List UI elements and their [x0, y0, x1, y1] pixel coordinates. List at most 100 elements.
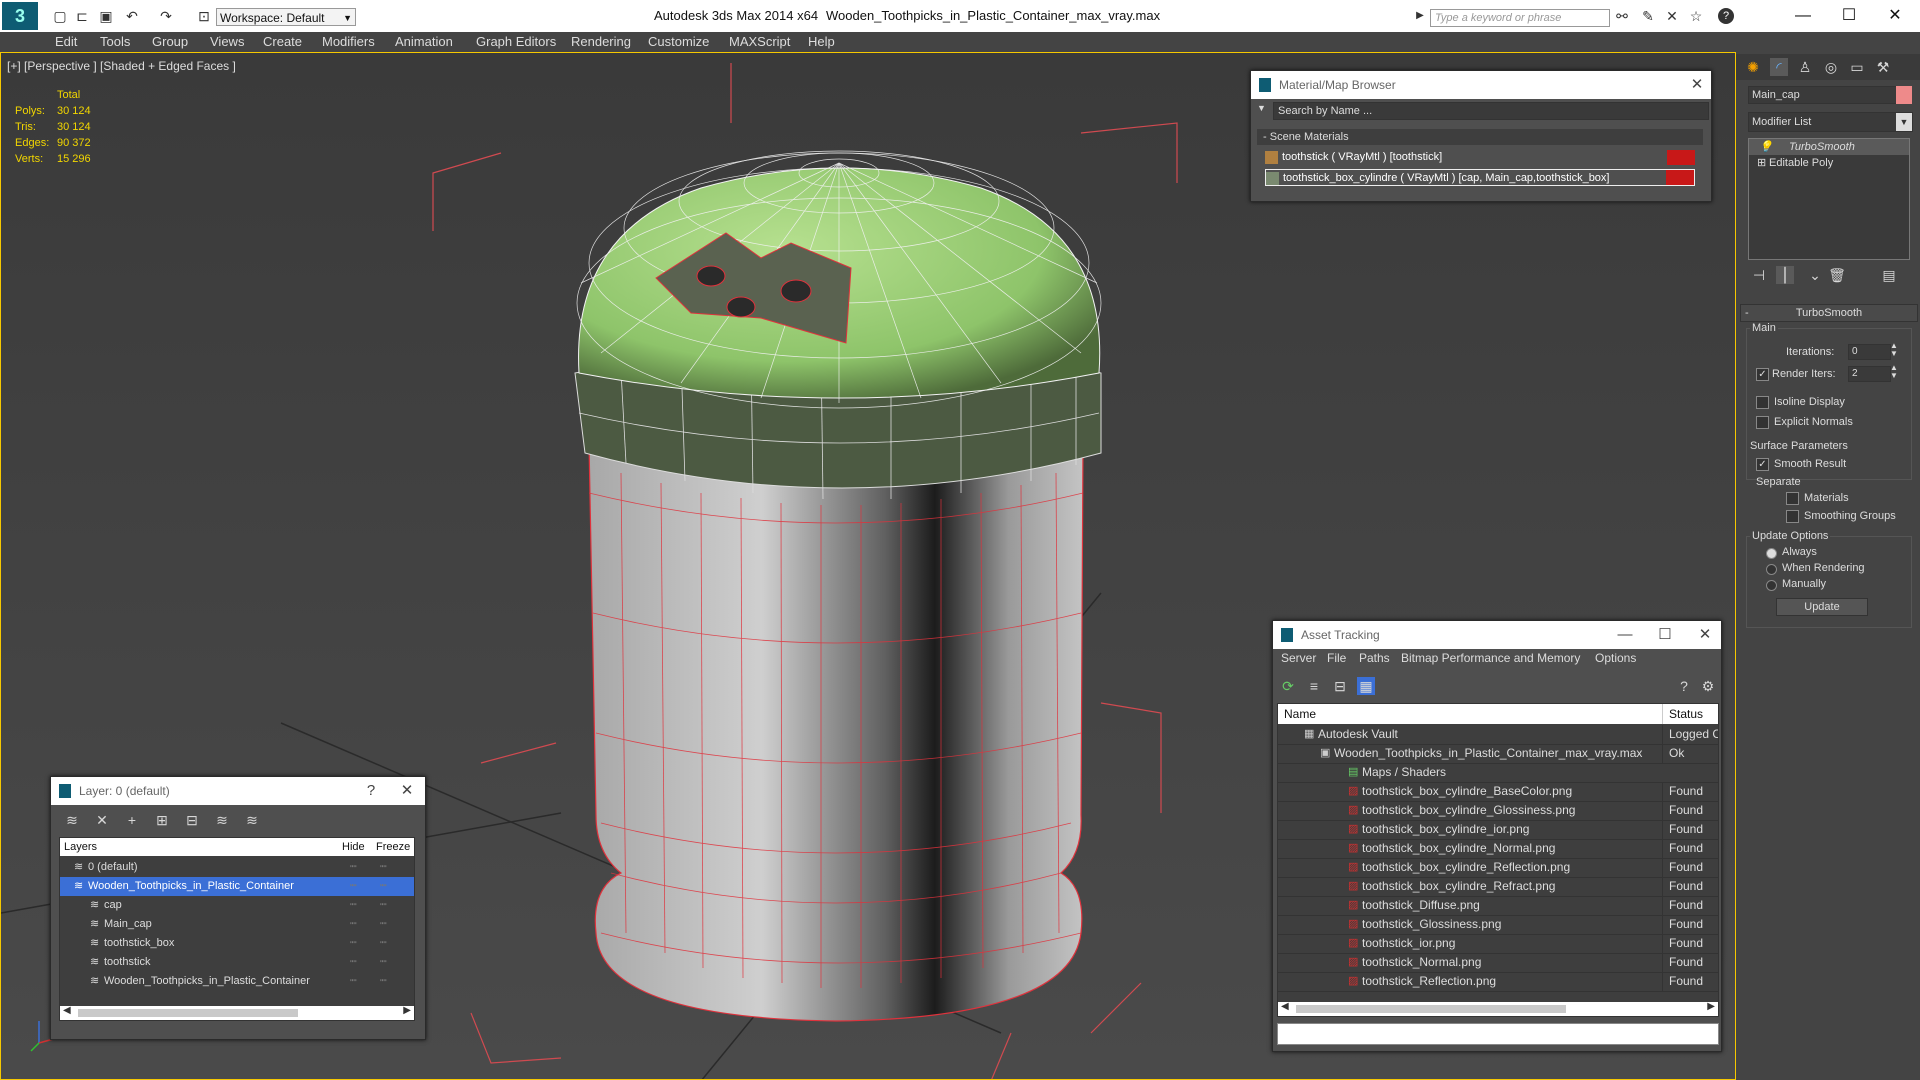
menu-edit[interactable]: Edit [55, 34, 77, 49]
maximize-button[interactable]: ☐ [1826, 4, 1872, 28]
tree-view-icon[interactable]: ⊟ [1331, 677, 1349, 695]
hide-toggle[interactable]: ┉ [350, 877, 357, 896]
menu-server[interactable]: Server [1281, 651, 1316, 665]
scroll-left-icon[interactable]: ◀ [1281, 1001, 1289, 1012]
object-color-swatch[interactable] [1896, 86, 1912, 104]
hide-toggle[interactable]: ┉ [350, 896, 357, 915]
freeze-toggle[interactable]: ┉ [380, 877, 387, 896]
layer-row[interactable]: ≋ Wooden_Toothpicks_in_Plastic_Container ┉… [60, 877, 414, 896]
material-browser-titlebar[interactable]: Material/Map Browser [1251, 71, 1711, 99]
render-iters-checkbox[interactable]: ✓ [1756, 368, 1769, 381]
layer-row[interactable]: ≋ Wooden_Toothpicks_in_Plastic_Container ┉… [60, 972, 414, 991]
layer-row[interactable]: ≋ toothstick ┉ ┉ [60, 953, 414, 972]
material-search-input[interactable]: Search by Name ... [1273, 102, 1709, 120]
menu-customize[interactable]: Customize [648, 34, 709, 49]
maximize-icon[interactable]: ☐ [1651, 621, 1679, 649]
layer-row[interactable]: ≋ cap ┉ ┉ [60, 896, 414, 915]
table-view-icon[interactable]: ▦ [1357, 677, 1375, 695]
menu-modifiers[interactable]: Modifiers [322, 34, 375, 49]
explicit-normals-checkbox[interactable] [1756, 416, 1769, 429]
freeze-toggle[interactable]: ┉ [380, 858, 387, 877]
utilities-tab-icon[interactable]: ⚒ [1874, 58, 1892, 76]
column-name[interactable]: Name [1284, 704, 1316, 724]
communication-icon[interactable]: ✕ [1664, 8, 1680, 24]
smoothing-groups-checkbox[interactable] [1786, 510, 1799, 523]
horizontal-scrollbar[interactable]: ◀ ▶ [60, 1005, 414, 1020]
vault-help-icon[interactable]: ? [1675, 677, 1693, 695]
redo-icon[interactable]: ↷ [158, 8, 174, 24]
freeze-toggle[interactable]: ┉ [380, 953, 387, 972]
asset-row[interactable]: ▣ Wooden_Toothpicks_in_Plastic_Container_… [1278, 744, 1718, 764]
menu-options[interactable]: Options [1595, 651, 1636, 665]
render-iters-spinner[interactable]: 2 [1848, 366, 1891, 382]
hide-toggle[interactable]: ┉ [350, 934, 357, 953]
add-to-layer-icon[interactable]: + [123, 811, 141, 829]
object-name-field[interactable]: Main_cap [1748, 86, 1897, 104]
hide-toggle[interactable]: ┉ [350, 953, 357, 972]
asset-row[interactable]: ▨ toothstick_Diffuse.png Found [1278, 896, 1718, 916]
select-objects-icon[interactable]: ⊞ [153, 811, 171, 829]
save-file-icon[interactable]: ▣ [98, 8, 114, 24]
column-layers[interactable]: Layers [64, 838, 97, 856]
asset-path-field[interactable] [1277, 1023, 1719, 1045]
hide-all-layers-icon[interactable]: ≋ [243, 811, 261, 829]
favorites-icon[interactable]: ☆ [1688, 8, 1704, 24]
viewport-label[interactable]: [+] [Perspective ] [Shaded + Edged Faces… [7, 59, 236, 73]
asset-horizontal-scrollbar[interactable]: ◀ ▶ [1278, 1001, 1718, 1016]
asset-row[interactable]: ▨ toothstick_Reflection.png Found [1278, 972, 1718, 992]
menu-views[interactable]: Views [210, 34, 244, 49]
subscription-icon[interactable]: ✎ [1640, 8, 1656, 24]
select-layers-icon[interactable]: ⊟ [183, 811, 201, 829]
remove-modifier-icon[interactable]: 🗑 [1828, 266, 1846, 284]
menu-bitmap-performance[interactable]: Bitmap Performance and Memory [1401, 651, 1580, 665]
stack-item-editable-poly[interactable]: ⊞ Editable Poly [1749, 155, 1909, 171]
menu-help[interactable]: Help [808, 34, 835, 49]
asset-row[interactable]: ▤ Maps / Shaders [1278, 763, 1718, 783]
set-current-layer-icon[interactable]: ≋ [213, 811, 231, 829]
asset-row[interactable]: ▨ toothstick_box_cylindre_Reflection.png F… [1278, 858, 1718, 878]
menu-rendering[interactable]: Rendering [571, 34, 631, 49]
minimize-icon[interactable]: — [1611, 621, 1639, 649]
menu-animation[interactable]: Animation [395, 34, 453, 49]
freeze-toggle[interactable]: ┉ [380, 896, 387, 915]
asset-row[interactable]: ▨ toothstick_box_cylindre_Normal.png Found [1278, 839, 1718, 859]
freeze-toggle[interactable]: ┉ [380, 915, 387, 934]
create-layer-icon[interactable]: ≋ [63, 811, 81, 829]
iterations-spinner[interactable]: 0 [1848, 344, 1891, 360]
configure-sets-icon[interactable]: ▤ [1880, 266, 1898, 284]
list-view-icon[interactable]: ≡ [1305, 677, 1323, 695]
vault-settings-icon[interactable]: ⚙ [1699, 677, 1717, 695]
scrollbar-thumb[interactable] [1296, 1005, 1566, 1013]
options-dropdown-icon[interactable]: ▼ [1257, 103, 1266, 113]
layer-row[interactable]: ≋ 0 (default) ┉ ┉ [60, 858, 414, 877]
layer-row[interactable]: ≋ Main_cap ┉ ┉ [60, 915, 414, 934]
menu-graph-editors[interactable]: Graph Editors [476, 34, 556, 49]
asset-row[interactable]: ▨ toothstick_Normal.png Found [1278, 953, 1718, 973]
asset-row[interactable]: ▦ Autodesk Vault Logged C [1278, 725, 1718, 745]
hide-toggle[interactable]: ┉ [350, 915, 357, 934]
scroll-right-icon[interactable]: ▶ [1707, 1001, 1715, 1012]
isoline-display-checkbox[interactable] [1756, 396, 1769, 409]
binoculars-icon[interactable]: ⚯ [1614, 8, 1630, 24]
when-rendering-radio[interactable] [1766, 564, 1777, 575]
pin-stack-icon[interactable]: ⊣ [1750, 266, 1768, 284]
menu-maxscript[interactable]: MAXScript [729, 34, 790, 49]
asset-row[interactable]: ▨ toothstick_box_cylindre_BaseColor.png Fo… [1278, 782, 1718, 802]
manually-radio[interactable] [1766, 580, 1777, 591]
help-icon[interactable]: ? [357, 777, 385, 805]
close-icon[interactable]: ✕ [1691, 621, 1719, 649]
asset-row[interactable]: ▨ toothstick_box_cylindre_Glossiness.png F… [1278, 801, 1718, 821]
close-icon[interactable]: ✕ [393, 777, 421, 805]
column-status[interactable]: Status [1662, 704, 1703, 724]
search-input[interactable]: Type a keyword or phrase [1430, 9, 1610, 27]
layer-row[interactable]: ≋ toothstick_box ┉ ┉ [60, 934, 414, 953]
menu-group[interactable]: Group [152, 34, 188, 49]
column-freeze[interactable]: Freeze [376, 838, 410, 856]
material-item-selected[interactable]: toothstick_box_cylindre ( VRayMtl ) [cap… [1265, 169, 1695, 186]
modify-tab-icon[interactable]: ◜ [1770, 58, 1788, 76]
stack-item-turbosmooth[interactable]: 💡 TurboSmooth [1749, 139, 1909, 155]
smooth-result-checkbox[interactable]: ✓ [1756, 458, 1769, 471]
new-file-icon[interactable]: ▢ [52, 8, 68, 24]
hide-toggle[interactable]: ┉ [350, 972, 357, 991]
freeze-toggle[interactable]: ┉ [380, 934, 387, 953]
